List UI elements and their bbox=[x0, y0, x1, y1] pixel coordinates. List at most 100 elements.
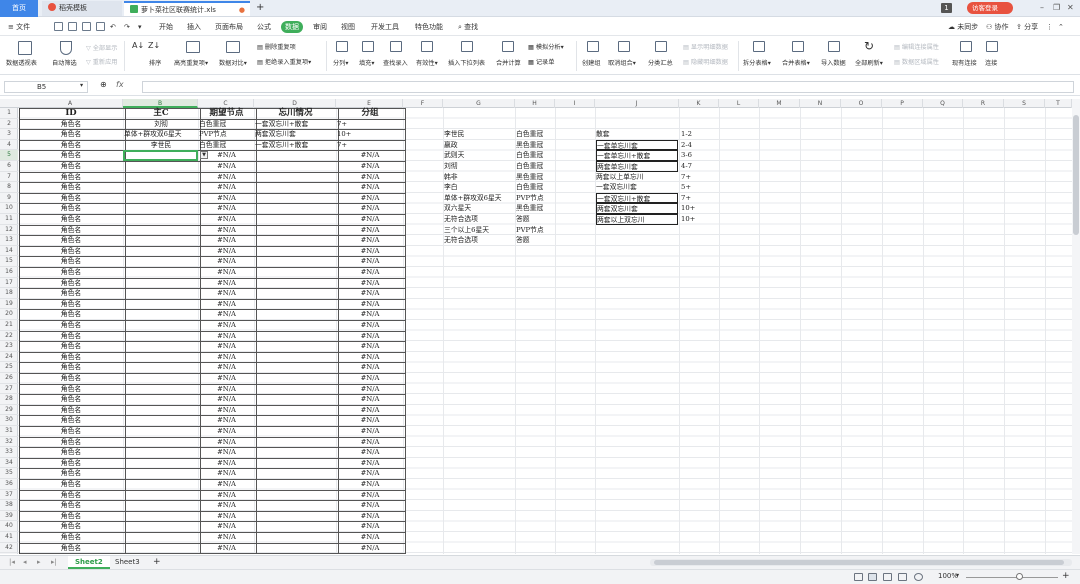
menu-insert[interactable]: 插入 bbox=[187, 21, 201, 33]
record-form-button[interactable]: ▦ 记录单 bbox=[528, 57, 554, 66]
group-na-cell[interactable]: #N/A bbox=[338, 193, 402, 204]
row-header-10[interactable]: 10 bbox=[0, 203, 18, 214]
expected-node-na-cell[interactable]: #N/A bbox=[200, 362, 253, 373]
column-header-j[interactable]: J bbox=[595, 99, 679, 108]
column-header-h[interactable]: H bbox=[515, 99, 555, 108]
row-header-30[interactable]: 30 bbox=[0, 415, 18, 426]
group-na-cell[interactable]: #N/A bbox=[338, 468, 402, 479]
id-cell[interactable]: 角色名 bbox=[20, 490, 122, 501]
id-cell[interactable]: 角色名 bbox=[20, 405, 122, 416]
id-cell[interactable]: 角色名 bbox=[20, 521, 122, 532]
expected-node-na-cell[interactable]: #N/A bbox=[200, 426, 253, 437]
row-header-14[interactable]: 14 bbox=[0, 246, 18, 257]
tier-range-cell[interactable]: 1-2 bbox=[681, 129, 718, 140]
expected-node-na-cell[interactable]: #N/A bbox=[200, 161, 253, 172]
id-cell[interactable]: 角色名 bbox=[20, 500, 122, 511]
row-header-36[interactable]: 36 bbox=[0, 479, 18, 490]
group-na-cell[interactable]: #N/A bbox=[338, 500, 402, 511]
fill-button[interactable]: 填充▾ bbox=[359, 58, 374, 67]
group-na-cell[interactable]: #N/A bbox=[338, 225, 402, 236]
split-column-button[interactable]: 分列▾ bbox=[333, 58, 348, 67]
expected-node-na-cell[interactable]: #N/A bbox=[200, 511, 253, 522]
group-na-cell[interactable]: #N/A bbox=[338, 331, 402, 342]
group-na-cell[interactable]: #N/A bbox=[338, 521, 402, 532]
group-na-cell[interactable]: #N/A bbox=[338, 309, 402, 320]
group-na-cell[interactable]: #N/A bbox=[338, 288, 402, 299]
main-c-cell[interactable]: 李世民 bbox=[125, 140, 197, 151]
row-header-23[interactable]: 23 bbox=[0, 341, 18, 352]
row-header-18[interactable]: 18 bbox=[0, 288, 18, 299]
group-na-cell[interactable]: #N/A bbox=[338, 235, 402, 246]
group-na-cell[interactable]: #N/A bbox=[338, 256, 402, 267]
close-icon[interactable]: ✕ bbox=[1067, 2, 1074, 14]
row-header-39[interactable]: 39 bbox=[0, 511, 18, 522]
horizontal-scroll-thumb[interactable] bbox=[654, 560, 1064, 565]
expected-node-na-cell[interactable]: #N/A bbox=[200, 299, 253, 310]
tier-range-cell[interactable]: 2-4 bbox=[681, 140, 718, 151]
menu-review[interactable]: 审阅 bbox=[313, 21, 327, 33]
validation-button[interactable]: 有效性▾ bbox=[416, 58, 438, 67]
menu-search[interactable]: ⌕ 查找 bbox=[458, 21, 478, 33]
row-header-9[interactable]: 9 bbox=[0, 193, 18, 204]
id-cell[interactable]: 角色名 bbox=[20, 362, 122, 373]
group-na-cell[interactable]: #N/A bbox=[338, 394, 402, 405]
column-header-l[interactable]: L bbox=[719, 99, 759, 108]
expected-node-na-cell[interactable]: #N/A bbox=[200, 373, 253, 384]
group-na-cell[interactable]: #N/A bbox=[338, 341, 402, 352]
sort-ascending-icon[interactable]: A↓ bbox=[132, 41, 144, 50]
lookup-value-cell[interactable]: 黑色重冠 bbox=[516, 203, 553, 214]
lookup-key-cell[interactable]: 韩非 bbox=[444, 172, 524, 183]
row-header-24[interactable]: 24 bbox=[0, 352, 18, 363]
eye-protection-icon[interactable] bbox=[854, 573, 863, 581]
lookup-key-cell[interactable]: 三个以上6星天 bbox=[444, 225, 524, 236]
group-na-cell[interactable]: #N/A bbox=[338, 405, 402, 416]
tier-range-cell[interactable]: 10+ bbox=[681, 214, 718, 225]
expected-node-na-cell[interactable]: #N/A bbox=[200, 309, 253, 320]
selected-cell-b5[interactable] bbox=[123, 150, 198, 161]
tier-range-cell[interactable]: 10+ bbox=[681, 203, 718, 214]
id-cell[interactable]: 角色名 bbox=[20, 193, 122, 204]
expected-node-na-cell[interactable]: #N/A bbox=[200, 468, 253, 479]
data-range-props-button[interactable]: ▤ 数据区域属性 bbox=[894, 57, 939, 66]
expected-node-na-cell[interactable]: #N/A bbox=[200, 352, 253, 363]
formula-input[interactable] bbox=[142, 81, 1074, 93]
id-cell[interactable]: 角色名 bbox=[20, 415, 122, 426]
collapse-ribbon-icon[interactable]: ⌃ bbox=[1058, 21, 1064, 33]
column-header-e[interactable]: E bbox=[336, 99, 403, 108]
row-header-38[interactable]: 38 bbox=[0, 500, 18, 511]
group-cell[interactable]: 7+ bbox=[337, 140, 401, 151]
highlight-duplicates-button[interactable]: 高亮重复项▾ bbox=[174, 58, 208, 67]
lookup-value-cell[interactable]: 白色重冠 bbox=[516, 150, 553, 161]
zoom-slider-knob[interactable] bbox=[1016, 573, 1023, 580]
menu-page-layout[interactable]: 页面布局 bbox=[215, 21, 243, 33]
column-header-a[interactable]: A bbox=[18, 99, 123, 108]
lookup-value-cell[interactable]: PVP节点 bbox=[516, 193, 553, 204]
tier-cell[interactable]: 两套以上双忘川 bbox=[596, 214, 678, 225]
expected-node-na-cell[interactable]: #N/A bbox=[200, 256, 253, 267]
id-cell[interactable]: 角色名 bbox=[20, 384, 122, 395]
expected-node-na-cell[interactable]: #N/A bbox=[200, 384, 253, 395]
group-cell[interactable]: 10+ bbox=[337, 129, 401, 140]
column-header-i[interactable]: I bbox=[555, 99, 595, 108]
expected-node-na-cell[interactable]: #N/A bbox=[200, 182, 253, 193]
group-na-cell[interactable]: #N/A bbox=[338, 172, 402, 183]
row-header-11[interactable]: 11 bbox=[0, 214, 18, 225]
lookup-value-cell[interactable]: 答题 bbox=[516, 214, 553, 225]
insert-dropdown-button[interactable]: 插入下拉列表 bbox=[448, 58, 485, 67]
lookup-entry-button[interactable]: 查找录入 bbox=[383, 58, 408, 67]
column-header-o[interactable]: O bbox=[841, 99, 882, 108]
expected-node-na-cell[interactable]: #N/A bbox=[200, 490, 253, 501]
id-cell[interactable]: 角色名 bbox=[20, 320, 122, 331]
tab-template[interactable]: 稻壳模板 bbox=[42, 1, 122, 16]
group-na-cell[interactable]: #N/A bbox=[338, 511, 402, 522]
normal-view-icon[interactable] bbox=[868, 573, 877, 581]
menu-formula[interactable]: 公式 bbox=[257, 21, 271, 33]
id-cell[interactable]: 角色名 bbox=[20, 468, 122, 479]
column-header-k[interactable]: K bbox=[679, 99, 719, 108]
split-table-button[interactable]: 拆分表格▾ bbox=[743, 58, 771, 67]
add-sheet-icon[interactable]: + bbox=[146, 556, 168, 569]
id-cell[interactable]: 角色名 bbox=[20, 373, 122, 384]
tier-cell[interactable]: 一套单忘川套 bbox=[596, 139, 678, 151]
expected-node-na-cell[interactable]: #N/A bbox=[200, 415, 253, 426]
tier-range-cell[interactable]: 7+ bbox=[681, 193, 718, 204]
